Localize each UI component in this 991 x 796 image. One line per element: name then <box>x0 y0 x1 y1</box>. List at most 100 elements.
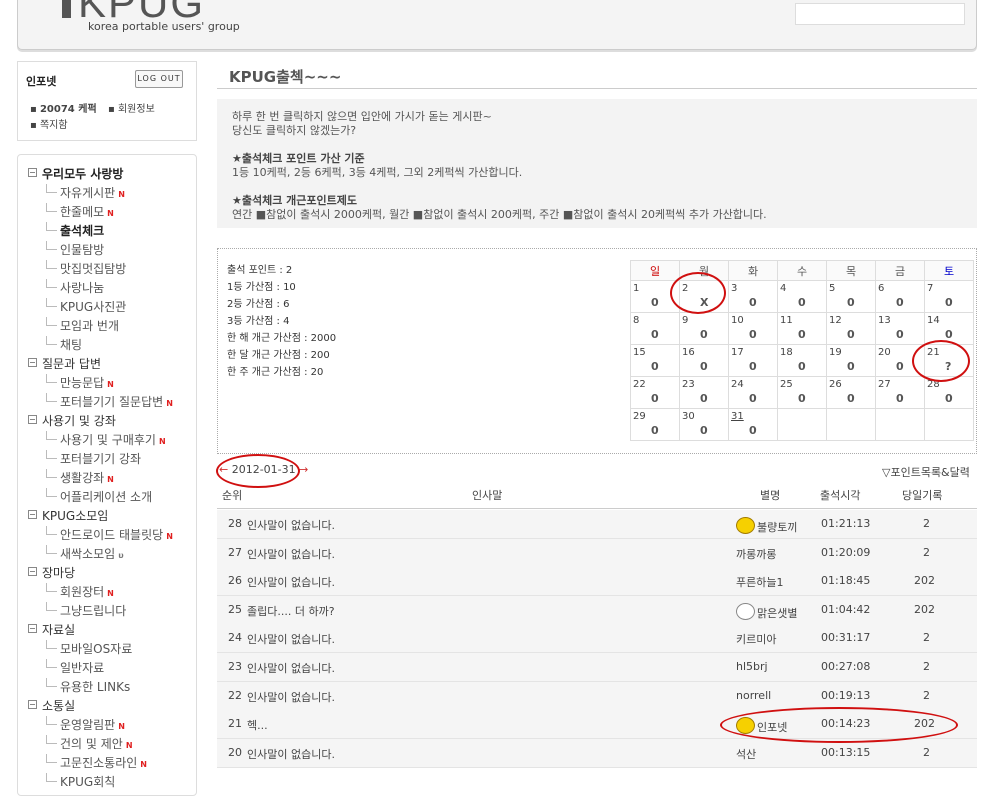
table-row: 26 인사말이 없습니다. 푸른하늘1 01:18:45 202 <box>217 567 977 597</box>
row-time: 00:27:08 <box>821 660 870 673</box>
calendar-day: 40 <box>777 280 827 313</box>
row-nick[interactable]: 불량토끼 <box>736 517 797 535</box>
calendar-day-number: 9 <box>682 315 689 326</box>
new-badge-icon: N <box>166 532 173 541</box>
calendar-day-value: 0 <box>798 392 806 405</box>
calendar-day-value: 0 <box>896 296 904 309</box>
row-nick-text: hl5brj <box>736 660 768 673</box>
calendar-day: 70 <box>924 280 974 313</box>
calendar-day-value: 0 <box>651 360 659 373</box>
row-greeting: 인사말이 없습니다. <box>247 631 335 647</box>
calendar-day <box>875 408 925 441</box>
row-greeting: 인사말이 없습니다. <box>247 689 335 705</box>
sidebar-item-10[interactable]: 질문과 답변 <box>28 355 101 372</box>
sidebar-item-0[interactable]: 우리모두 사랑방 <box>28 165 123 182</box>
sidebar-item-13[interactable]: 사용기 및 강좌 <box>28 412 116 429</box>
sidebar-item-label: 채팅 <box>60 338 83 352</box>
tree-line-icon <box>46 602 57 611</box>
row-rank-text: 24 <box>228 631 242 645</box>
sidebar-item-22[interactable]: 회원장터 N <box>46 583 114 600</box>
points-value: 20074 케퍽 <box>39 104 97 115</box>
row-nick[interactable]: 까롱까롱 <box>736 546 776 562</box>
row-rank-text: 21 <box>228 717 242 731</box>
col-nick: 별명 <box>760 489 781 502</box>
sidebar-item-2[interactable]: 한줄메모 N <box>46 203 114 220</box>
title-divider <box>217 88 977 89</box>
next-date-arrow[interactable]: → <box>299 463 308 476</box>
sidebar-item-21[interactable]: 장마당 <box>28 564 75 581</box>
sidebar-item-25[interactable]: 모바일OS자료 <box>46 640 132 657</box>
row-nick[interactable]: norrell <box>736 689 771 702</box>
calendar-day: 27 0 <box>875 376 925 409</box>
row-rank: 27 <box>228 546 242 559</box>
sidebar-item-18[interactable]: KPUG소모임 <box>28 507 108 524</box>
sidebar-item-4[interactable]: 인물탐방 <box>46 241 104 258</box>
table-row: 24 인사말이 없습니다. 키르미아 00:31:17 2 <box>217 624 977 654</box>
sidebar-item-3[interactable]: 출석체크 <box>46 222 104 239</box>
sidebar-item-26[interactable]: 일반자료 <box>46 659 104 676</box>
row-nick[interactable]: 키르미아 <box>736 631 776 647</box>
smiley-icon <box>736 517 755 534</box>
row-rank: 26 <box>228 574 242 587</box>
sidebar-item-24[interactable]: 자료실 <box>28 621 75 638</box>
sidebar-item-6[interactable]: 사랑나눔 <box>46 279 104 296</box>
tree-line-icon <box>46 735 57 744</box>
sidebar-item-15[interactable]: 포터블기기 강좌 <box>46 450 141 467</box>
sidebar-item-label: 인물탐방 <box>60 243 105 257</box>
sidebar-item-label: 만능문답 <box>60 376 105 390</box>
row-nick[interactable]: 석산 <box>736 746 756 762</box>
header-search-input[interactable] <box>795 3 965 25</box>
sidebar-item-5[interactable]: 맛집멋집탐방 <box>46 260 126 277</box>
annotation-circle-day2 <box>670 272 726 314</box>
sidebar-item-1[interactable]: 자유게시판 N <box>46 184 125 201</box>
member-info-link[interactable]: ▪ 회원정보 <box>108 100 155 115</box>
table-row: 22 인사말이 없습니다. norrell 00:19:13 2 <box>217 681 977 711</box>
sidebar-item-31[interactable]: 고문진소통라인 N <box>46 754 147 771</box>
sidebar-item-19[interactable]: 안드로이드 태블릿당 N <box>46 526 173 543</box>
points-link[interactable]: ▪ 20074 케퍽 <box>30 100 97 115</box>
new-badge-icon: N <box>107 589 114 598</box>
tree-line-icon <box>46 222 57 231</box>
calendar-day: 12 0 <box>826 312 876 345</box>
tree-line-icon <box>46 336 57 345</box>
tree-line-icon <box>46 640 57 649</box>
calendar-day-value: 0 <box>700 392 708 405</box>
messages-link[interactable]: ▪ 쪽지함 <box>30 116 68 131</box>
sidebar-item-17[interactable]: 어플리케이션 소개 <box>46 488 152 505</box>
sidebar-item-label: 운영알림판 <box>60 718 116 732</box>
sidebar-item-label: KPUG회칙 <box>60 775 116 789</box>
sidebar-item-14[interactable]: 사용기 및 구매후기 N <box>46 431 166 448</box>
row-time-text: 01:20:09 <box>821 545 871 559</box>
username: 인포넷 <box>26 75 57 88</box>
sidebar-item-20[interactable]: 새싹소모임 υ <box>46 545 124 562</box>
stat-line: 3등 가산점 : 4 <box>227 316 290 327</box>
sidebar-item-12[interactable]: 포터블기기 질문답변 N <box>46 393 173 410</box>
calendar-day-number: 17 <box>731 347 744 358</box>
sidebar-item-9[interactable]: 채팅 <box>46 336 82 353</box>
sidebar-item-23[interactable]: 그냥드립니다 <box>46 602 126 619</box>
table-row: 27 인사말이 없습니다. 까롱까롱 01:20:09 2 <box>217 538 977 568</box>
row-daily: 2 <box>923 546 930 559</box>
sidebar-item-label: 모바일OS자료 <box>60 642 133 656</box>
row-time-text: 01:18:45 <box>821 574 871 588</box>
sidebar-item-8[interactable]: 모임과 번개 <box>46 317 119 334</box>
row-nick[interactable]: hl5brj <box>736 660 768 673</box>
row-nick[interactable]: 맑은샛별 <box>736 602 797 621</box>
sidebar-item-label: 사용기 및 구매후기 <box>60 433 156 447</box>
sidebar-item-7[interactable]: KPUG사진관 <box>46 298 126 315</box>
sidebar-item-16[interactable]: 생활강좌 N <box>46 469 114 486</box>
sidebar-item-29[interactable]: 운영알림판 N <box>46 716 125 733</box>
table-row: 28 인사말이 없습니다. 불량토끼 01:21:13 2 <box>217 510 977 539</box>
row-nick[interactable]: 푸른하늘1 <box>736 574 783 590</box>
col-time: 출석시각 <box>820 489 861 502</box>
sidebar-item-30[interactable]: 건의 및 제안 N <box>46 735 133 752</box>
folder-icon <box>28 510 37 519</box>
sidebar-item-11[interactable]: 만능문답 N <box>46 374 114 391</box>
sidebar-item-27[interactable]: 유용한 LINKs <box>46 678 130 695</box>
logout-button[interactable]: LOG OUT <box>135 70 183 88</box>
sidebar-item-28[interactable]: 소통실 <box>28 697 75 714</box>
member-info-label: 회원정보 <box>117 104 155 115</box>
calendar-day-value: 0 <box>945 392 953 405</box>
points-calendar-link[interactable]: ▽포인트목록&달력 <box>882 464 970 480</box>
calendar-day-number: 26 <box>829 379 842 390</box>
